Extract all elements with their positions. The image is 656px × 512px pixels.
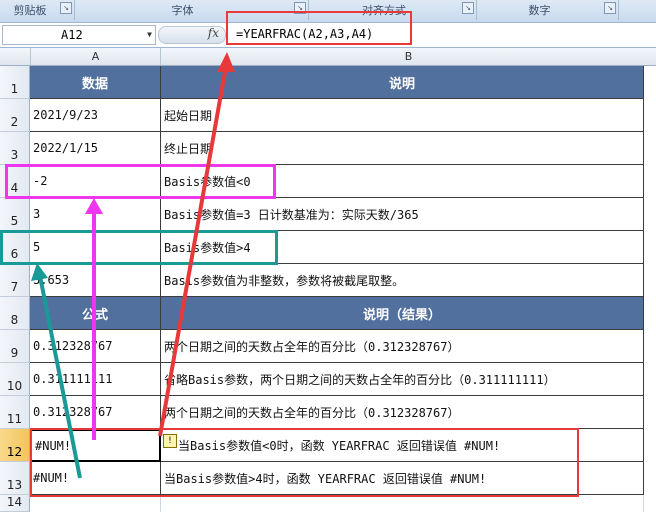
teal-arrow-shaft bbox=[38, 275, 82, 479]
teal-arrow-head bbox=[31, 263, 48, 281]
red-arrow-head bbox=[217, 52, 235, 72]
annotation-arrows bbox=[31, 52, 235, 479]
red-arrow-shaft bbox=[158, 65, 228, 437]
magenta-arrow-head bbox=[85, 198, 103, 214]
